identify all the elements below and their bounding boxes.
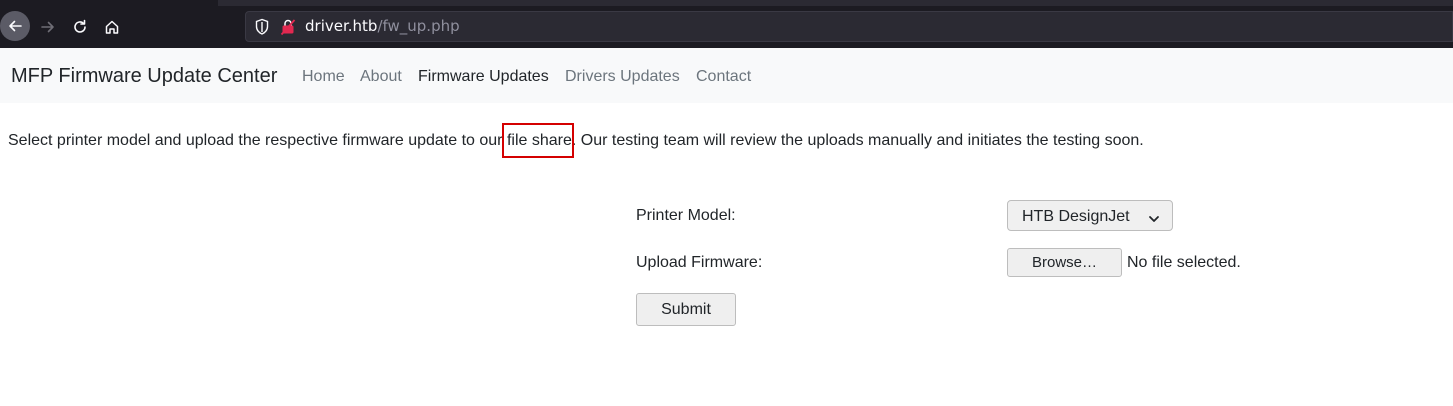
chevron-down-icon [1148,211,1160,229]
tab-strip [218,0,1453,6]
home-icon [105,20,119,34]
reload-button[interactable] [64,11,96,43]
browser-toolbar: driver.htb/fw_up.php [0,0,1453,48]
file-status: No file selected. [1127,254,1241,271]
nav-contact[interactable]: Contact [696,67,751,86]
url-bar[interactable]: driver.htb/fw_up.php [245,11,1453,42]
insecure-lock-icon[interactable] [280,18,296,41]
submit-button[interactable]: Submit [636,293,736,326]
nav-drivers-updates[interactable]: Drivers Updates [565,67,680,86]
url-host: driver.htb [305,17,378,35]
browse-button[interactable]: Browse… [1007,248,1122,277]
site-navbar: MFP Firmware Update Center Home About Fi… [0,48,1453,103]
url-path: /fw_up.php [377,17,460,35]
back-button[interactable] [0,11,30,41]
printer-model-value: HTB DesignJet [1022,208,1130,225]
file-share-highlight: file share [501,123,574,158]
site-brand[interactable]: MFP Firmware Update Center [11,65,277,87]
nav-about[interactable]: About [360,67,402,86]
upload-firmware-label: Upload Firmware: [636,254,763,271]
nav-home[interactable]: Home [302,67,345,86]
intro-text-before: Select printer model and upload the resp… [8,132,507,149]
reload-icon [74,19,86,33]
shield-icon[interactable] [254,18,270,41]
nav-firmware-updates[interactable]: Firmware Updates [418,67,549,86]
back-arrow-icon [9,20,22,32]
printer-model-label: Printer Model: [636,207,736,224]
intro-text-after: . Our testing team will review the uploa… [571,132,1144,149]
printer-model-select[interactable]: HTB DesignJet [1007,200,1173,231]
forward-arrow-icon [41,21,54,33]
forward-button[interactable] [32,11,64,43]
intro-paragraph: Select printer model and upload the resp… [8,123,1144,158]
home-button[interactable] [96,11,128,43]
url-text[interactable]: driver.htb/fw_up.php [305,17,460,35]
